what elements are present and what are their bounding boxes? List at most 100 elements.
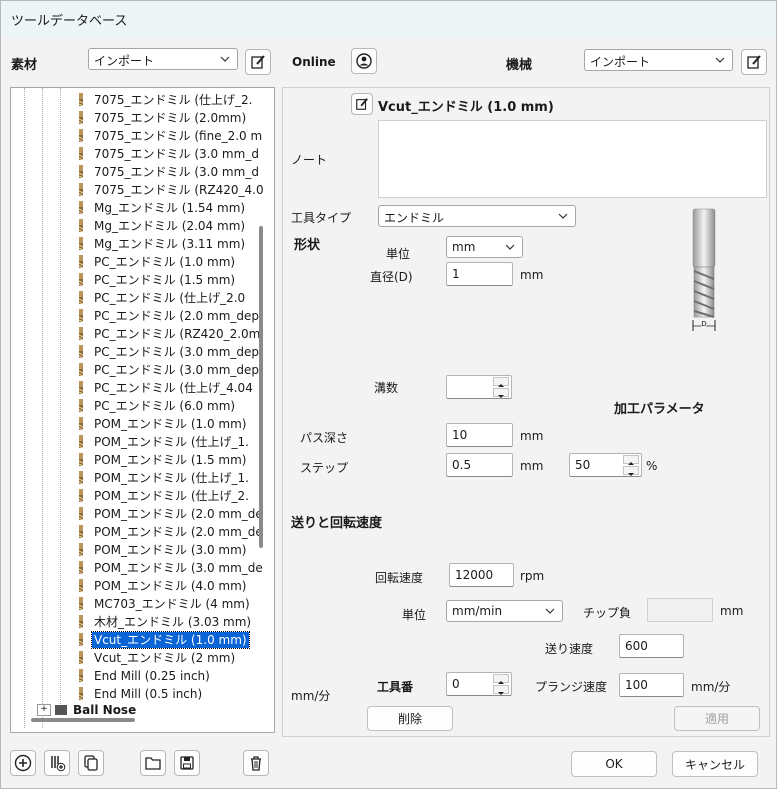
- edit-material-button[interactable]: [245, 49, 271, 75]
- tree-item[interactable]: POM_エンドミル (3.0 mm_de: [11, 559, 274, 577]
- tool-number-spinbox[interactable]: 0: [446, 672, 512, 696]
- machine-combo[interactable]: インポート: [584, 49, 733, 71]
- open-button[interactable]: [140, 750, 166, 776]
- spin-down-button[interactable]: [493, 685, 509, 695]
- tree-item[interactable]: POM_エンドミル (1.5 mm): [11, 451, 274, 469]
- folder-open-icon: [145, 757, 161, 770]
- end-mill-icon: [77, 165, 85, 179]
- tree-item[interactable]: MC703_エンドミル (4 mm): [11, 595, 274, 613]
- tree-item[interactable]: PC_エンドミル (3.0 mm_dep: [11, 343, 274, 361]
- spin-up-button[interactable]: [493, 674, 509, 684]
- tree-item[interactable]: Mg_エンドミル (3.11 mm): [11, 235, 274, 253]
- apply-button[interactable]: 適用: [674, 706, 760, 731]
- tree-item[interactable]: POM_エンドミル (2.0 mm_de: [11, 523, 274, 541]
- vertical-scrollbar[interactable]: [259, 226, 263, 548]
- step-percent-spinbox[interactable]: 50: [569, 453, 642, 477]
- tree-item[interactable]: 7075_エンドミル (3.0 mm_d: [11, 145, 274, 163]
- tree-item[interactable]: POM_エンドミル (4.0 mm): [11, 577, 274, 595]
- add-tool-set-button[interactable]: [44, 750, 70, 776]
- tool-type-value: エンドミル: [384, 211, 445, 225]
- end-mill-icon: [77, 471, 85, 485]
- tree-item-label: PC_エンドミル (3.0 mm_dep: [94, 363, 260, 377]
- tree-item[interactable]: PC_エンドミル (6.0 mm): [11, 397, 274, 415]
- trash-button[interactable]: [243, 750, 269, 776]
- tree-item[interactable]: PC_エンドミル (仕上げ_2.0: [11, 289, 274, 307]
- end-mill-icon: [77, 561, 85, 575]
- plunge-rate-input[interactable]: 100: [619, 673, 684, 697]
- tree-item[interactable]: POM_エンドミル (仕上げ_1.: [11, 469, 274, 487]
- end-mill-icon: [77, 237, 85, 251]
- edit-machine-button[interactable]: [741, 49, 767, 75]
- tree-item[interactable]: POM_エンドミル (仕上げ_1.: [11, 433, 274, 451]
- expand-toggle[interactable]: +: [37, 704, 51, 716]
- tree-item[interactable]: 7075_エンドミル (fine_2.0 m: [11, 127, 274, 145]
- diameter-input[interactable]: 1: [446, 262, 513, 286]
- tree-item[interactable]: POM_エンドミル (1.0 mm): [11, 415, 274, 433]
- end-mill-icon: [77, 507, 85, 521]
- arrow-down-icon: [628, 473, 634, 476]
- tree-item-label: 木材_エンドミル (3.03 mm): [94, 615, 252, 629]
- ok-button[interactable]: OK: [571, 751, 657, 777]
- tree-item[interactable]: 木材_エンドミル (3.03 mm): [11, 613, 274, 631]
- tree-item-label: Vcut_エンドミル (2 mm): [94, 651, 236, 665]
- feed-rate-input[interactable]: 600: [619, 634, 684, 658]
- tool-tree[interactable]: 7075_エンドミル (仕上げ_2. 7075_エンドミル (2.0mm) 7075…: [10, 87, 275, 733]
- spindle-speed-label: 回転速度: [375, 571, 424, 585]
- note-textarea[interactable]: [378, 120, 767, 198]
- tool-name-heading: Vcut_エンドミル (1.0 mm): [378, 100, 554, 115]
- flutes-spinbox[interactable]: [446, 375, 512, 399]
- spin-down-button[interactable]: [493, 388, 509, 398]
- edit-icon: [356, 98, 368, 110]
- tool-type-combo[interactable]: エンドミル: [378, 205, 576, 227]
- tree-item[interactable]: Vcut_エンドミル (1.0 mm): [11, 631, 274, 649]
- tree-item[interactable]: POM_エンドミル (3.0 mm): [11, 541, 274, 559]
- add-tool-button[interactable]: [10, 750, 36, 776]
- horizontal-scrollbar[interactable]: [31, 718, 135, 722]
- step-percent-unit: %: [646, 459, 658, 473]
- spin-down-button[interactable]: [623, 466, 639, 476]
- tree-item[interactable]: 7075_エンドミル (2.0mm): [11, 109, 274, 127]
- tree-item[interactable]: PC_エンドミル (2.0 mm_dep: [11, 307, 274, 325]
- plunge-rate-label: プランジ速度: [535, 680, 608, 694]
- tree-item[interactable]: Mg_エンドミル (1.54 mm): [11, 199, 274, 217]
- tree-item[interactable]: POM_エンドミル (仕上げ_2.: [11, 487, 274, 505]
- edit-tool-button[interactable]: [351, 93, 373, 115]
- spindle-speed-input[interactable]: 12000: [449, 563, 514, 587]
- delete-button[interactable]: 削除: [367, 706, 453, 731]
- tree-item[interactable]: PC_エンドミル (RZ420_2.0m: [11, 325, 274, 343]
- shape-unit-combo[interactable]: mm: [446, 236, 523, 258]
- step-input[interactable]: 0.5: [446, 453, 513, 477]
- tree-item[interactable]: PC_エンドミル (1.5 mm): [11, 271, 274, 289]
- tree-item[interactable]: 7075_エンドミル (RZ420_4.0: [11, 181, 274, 199]
- diameter-label: 直径(D): [370, 270, 413, 284]
- tree-item[interactable]: Vcut_エンドミル (2 mm): [11, 649, 274, 667]
- tree-folder-ball-nose[interactable]: Ball Nose: [73, 703, 136, 717]
- spin-up-button[interactable]: [623, 455, 639, 465]
- tree-item-label: 7075_エンドミル (RZ420_4.0: [94, 183, 264, 197]
- tree-item[interactable]: POM_エンドミル (2.0 mm_de: [11, 505, 274, 523]
- tree-item[interactable]: PC_エンドミル (3.0 mm_dep: [11, 361, 274, 379]
- copy-icon: [84, 755, 98, 771]
- save-button[interactable]: [174, 750, 200, 776]
- tree-item-label: PC_エンドミル (1.0 mm): [94, 255, 236, 269]
- tree-item[interactable]: PC_エンドミル (1.0 mm): [11, 253, 274, 271]
- copy-tool-button[interactable]: [78, 750, 104, 776]
- tree-item[interactable]: 7075_エンドミル (仕上げ_2.: [11, 91, 274, 109]
- pass-depth-input[interactable]: 10: [446, 423, 513, 447]
- spindle-speed-unit: rpm: [520, 569, 545, 583]
- tree-item[interactable]: 7075_エンドミル (3.0 mm_d: [11, 163, 274, 181]
- pass-depth-unit: mm: [520, 429, 544, 443]
- tree-item[interactable]: End Mill (0.5 inch): [11, 685, 274, 703]
- tree-item-label: PC_エンドミル (RZ420_2.0m: [94, 327, 261, 341]
- spin-up-button[interactable]: [493, 377, 509, 387]
- feed-unit-combo[interactable]: mm/min: [446, 600, 563, 622]
- tree-item[interactable]: PC_エンドミル (仕上げ_4.04: [11, 379, 274, 397]
- material-combo[interactable]: インポート: [88, 48, 238, 70]
- tree-item[interactable]: End Mill (0.25 inch): [11, 667, 274, 685]
- online-user-button[interactable]: [351, 48, 377, 74]
- chip-load-input[interactable]: [647, 598, 713, 622]
- chevron-down-icon: [715, 57, 725, 63]
- cancel-button[interactable]: キャンセル: [672, 751, 758, 777]
- material-combo-value: インポート: [94, 54, 155, 68]
- tree-item[interactable]: Mg_エンドミル (2.04 mm): [11, 217, 274, 235]
